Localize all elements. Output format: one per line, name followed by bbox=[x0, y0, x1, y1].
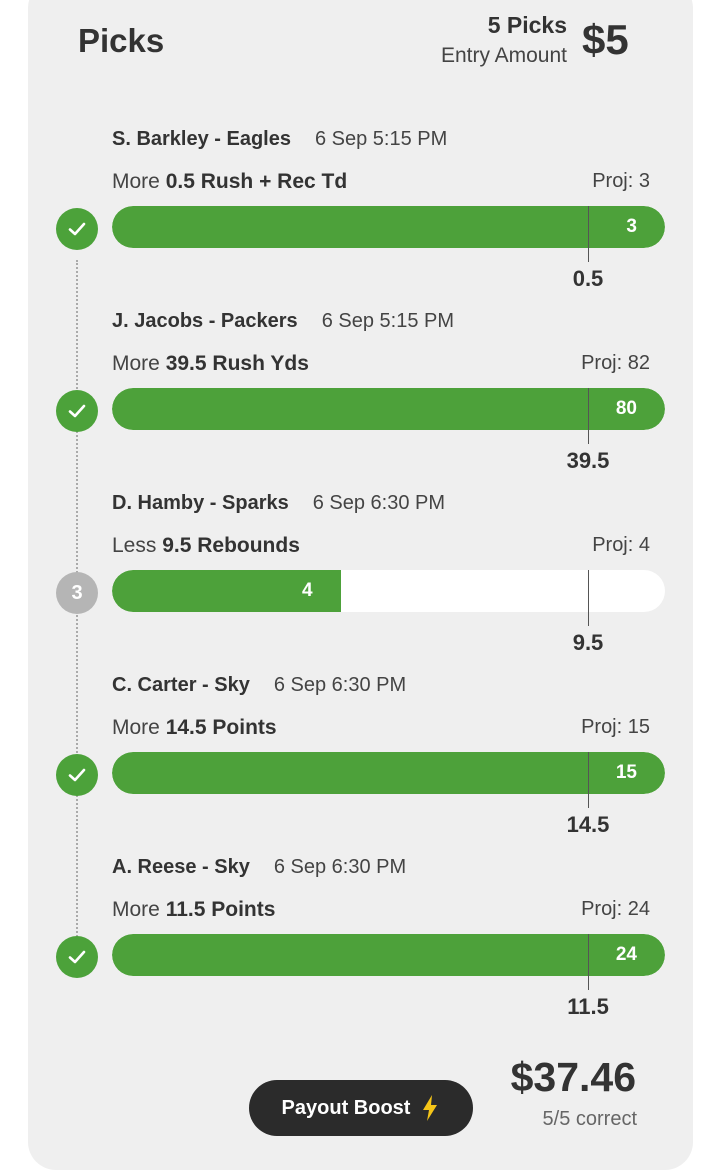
line-value: 0.5 bbox=[572, 266, 604, 291]
pick-projection: Proj: 15 bbox=[581, 716, 650, 738]
result-actual-value: 3 bbox=[626, 216, 637, 237]
pick-stat: 0.5 Rush + Rec Td bbox=[165, 170, 348, 193]
payout-boost-label: Payout Boost bbox=[281, 1096, 411, 1119]
result-actual-value: 24 bbox=[615, 944, 637, 965]
pick-direction: More bbox=[112, 352, 160, 375]
entry-amount-label: Entry Amount bbox=[440, 44, 567, 67]
pick-stat: 9.5 Rebounds bbox=[162, 534, 300, 557]
result-bar: 3 bbox=[112, 206, 665, 248]
line-marker bbox=[588, 206, 589, 262]
pick-projection: Proj: 3 bbox=[592, 170, 650, 192]
result-bar: 80 bbox=[112, 388, 665, 430]
page-title: Picks bbox=[78, 22, 165, 59]
pick-item[interactable]: S. Barkley - Eagles 6 Sep 5:15 PM More 0.… bbox=[0, 128, 720, 310]
pick-stat: 14.5 Points bbox=[165, 716, 277, 739]
line-value: 14.5 bbox=[566, 812, 610, 837]
pick-direction: More bbox=[112, 716, 160, 739]
result-bar-fill bbox=[112, 388, 665, 430]
check-icon bbox=[56, 754, 98, 796]
result-bar-fill bbox=[112, 752, 665, 794]
line-value: 11.5 bbox=[567, 994, 609, 1019]
payout-boost-button[interactable]: Payout Boost bbox=[249, 1080, 473, 1136]
pick-direction: More bbox=[112, 898, 160, 921]
pick-item[interactable]: J. Jacobs - Packers 6 Sep 5:15 PM More 39… bbox=[0, 310, 720, 492]
line-marker bbox=[588, 934, 589, 990]
picks-count: 5 Picks bbox=[487, 12, 567, 38]
result-actual-value: 15 bbox=[615, 762, 637, 783]
pick-time: 6 Sep 6:30 PM bbox=[273, 674, 407, 696]
pick-player: S. Barkley - Eagles bbox=[112, 128, 291, 150]
pick-time: 6 Sep 5:15 PM bbox=[321, 310, 454, 332]
line-marker bbox=[588, 752, 589, 808]
pick-stat: 11.5 Points bbox=[165, 898, 276, 921]
check-icon bbox=[56, 936, 98, 978]
result-bar-fill bbox=[112, 934, 665, 976]
check-icon bbox=[56, 208, 98, 250]
pick-time: 6 Sep 6:30 PM bbox=[312, 492, 446, 514]
correct-count: 5/5 correct bbox=[542, 1108, 637, 1130]
line-marker bbox=[588, 388, 589, 444]
pick-projection: Proj: 4 bbox=[592, 534, 650, 556]
line-value: 39.5 bbox=[566, 448, 610, 473]
pick-projection: Proj: 82 bbox=[581, 352, 650, 374]
result-bar-fill bbox=[112, 206, 665, 248]
line-marker bbox=[588, 570, 589, 626]
payout-amount: $37.46 bbox=[510, 1054, 636, 1100]
pick-projection: Proj: 24 bbox=[581, 898, 650, 920]
pending-status-badge: 3 bbox=[56, 572, 98, 614]
result-actual-value: 80 bbox=[615, 398, 637, 419]
result-bar: 24 bbox=[112, 934, 665, 976]
pick-time: 6 Sep 5:15 PM bbox=[314, 128, 448, 150]
pick-player: D. Hamby - Sparks bbox=[112, 492, 289, 514]
pick-item[interactable]: D. Hamby - Sparks 6 Sep 6:30 PM Less 9.5 … bbox=[0, 492, 720, 674]
entry-amount: $5 bbox=[582, 16, 629, 63]
pick-player: C. Carter - Sky bbox=[112, 674, 250, 696]
pick-direction: Less bbox=[112, 534, 157, 557]
result-bar: 15 bbox=[112, 752, 665, 794]
pick-item[interactable]: C. Carter - Sky 6 Sep 6:30 PM More 14.5 P… bbox=[0, 674, 720, 856]
pick-stat: 39.5 Rush Yds bbox=[165, 352, 309, 375]
pick-time: 6 Sep 6:30 PM bbox=[273, 856, 407, 878]
pick-player: J. Jacobs - Packers bbox=[112, 310, 298, 332]
result-actual-value: 4 bbox=[302, 580, 313, 601]
lightning-bolt-icon bbox=[423, 1095, 438, 1121]
result-bar: 4 bbox=[112, 570, 665, 612]
check-icon bbox=[56, 390, 98, 432]
line-value: 9.5 bbox=[572, 630, 604, 655]
pick-item[interactable]: A. Reese - Sky 6 Sep 6:30 PM More 11.5 Po… bbox=[0, 856, 720, 1038]
pick-player: A. Reese - Sky bbox=[112, 856, 250, 878]
pick-direction: More bbox=[112, 170, 160, 193]
